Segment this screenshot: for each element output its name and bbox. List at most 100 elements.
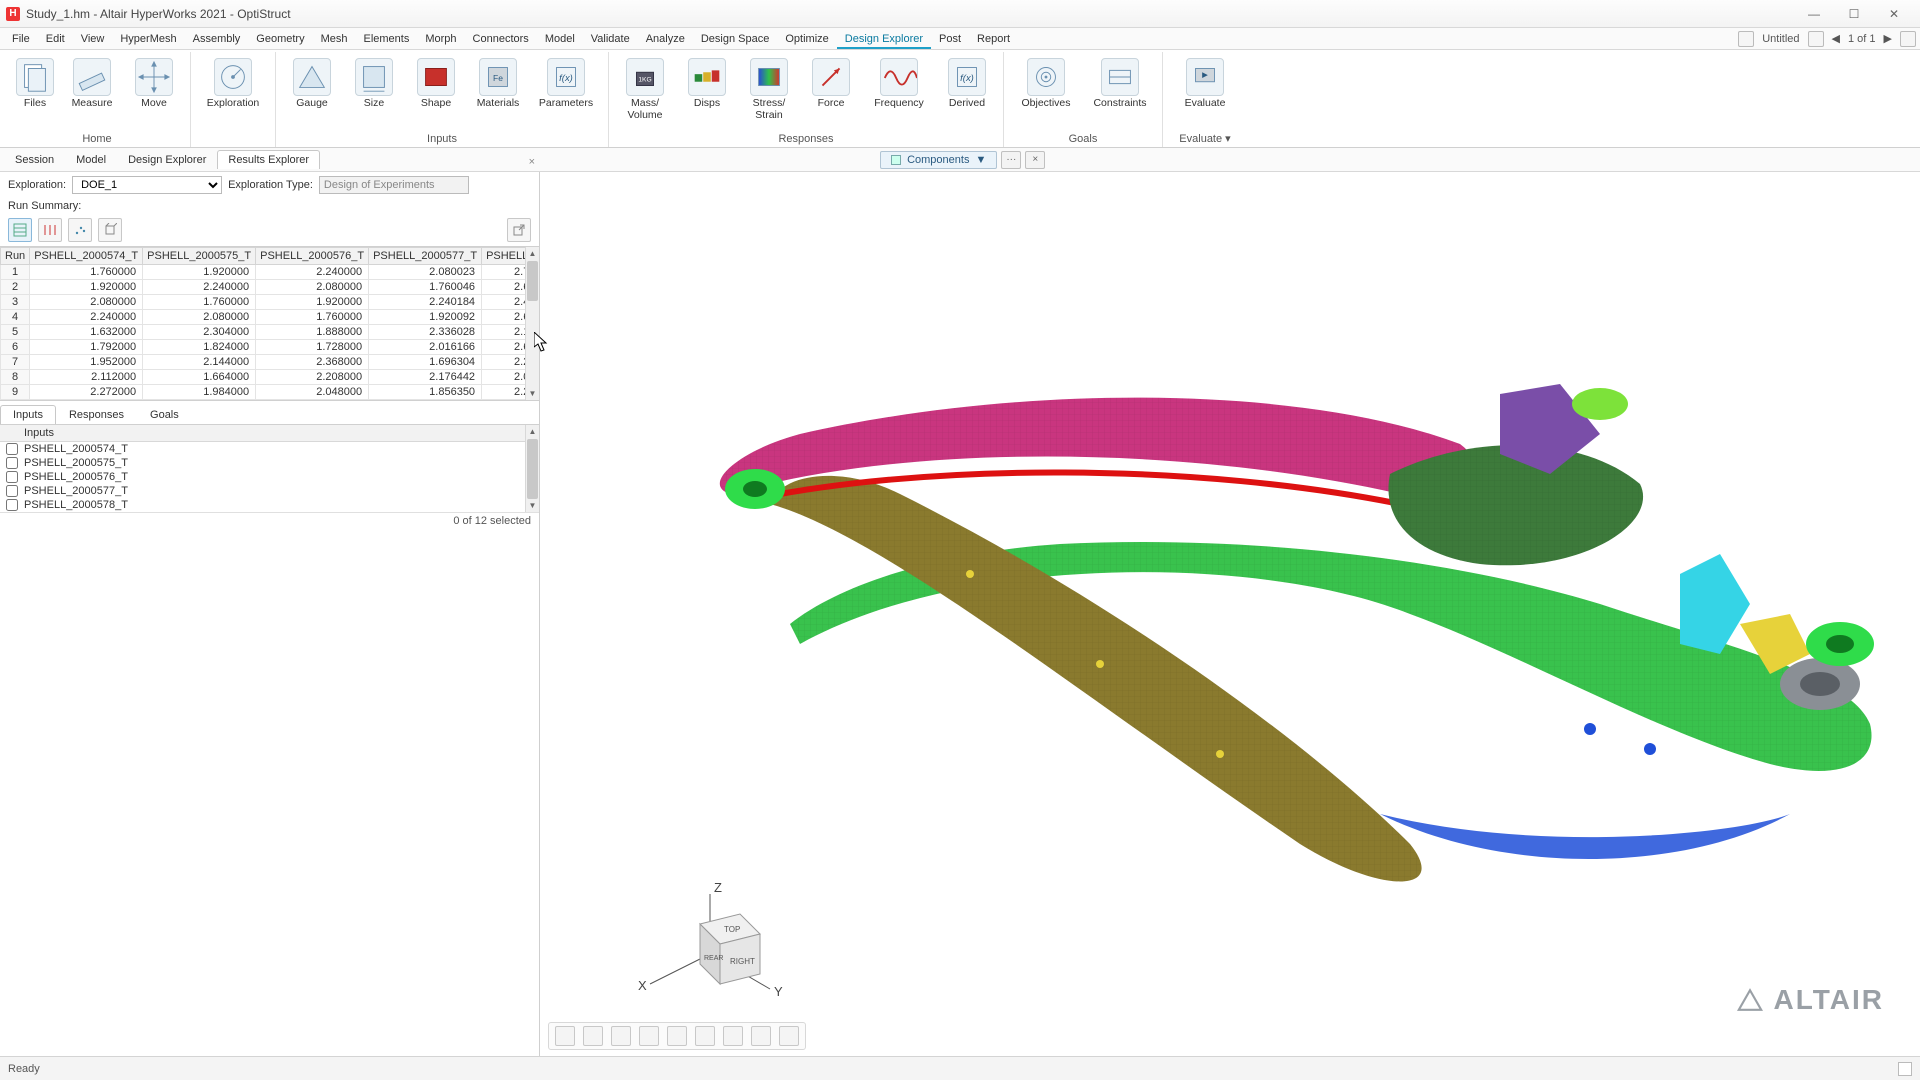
menu-item-report[interactable]: Report [969,31,1018,47]
view-tool-button[interactable] [639,1026,659,1046]
column-header[interactable]: PSHELL_2000575_T [143,248,256,265]
model-viewport[interactable]: Z X Y TOP REAR RIGHT ALTAIR [540,172,1920,1056]
inputs-list-item[interactable]: PSHELL_2000578_T [0,498,539,512]
menu-item-mesh[interactable]: Mesh [313,31,356,47]
axis-triad[interactable]: Z X Y TOP REAR RIGHT [638,880,783,999]
massvolume-button[interactable]: 1KGMass/ Volume [615,54,675,121]
view-table-icon[interactable] [8,218,32,242]
table-row[interactable]: 42.2400002.0800001.7600001.9200922.66530… [1,310,540,325]
table-scrollbar[interactable]: ▲ ▼ [525,247,539,400]
table-row[interactable]: 82.1120001.6640002.2080002.1764422.04145… [1,370,540,385]
menu-item-design-space[interactable]: Design Space [693,31,778,47]
move-button[interactable]: Move [124,54,184,110]
inputs-checkbox[interactable] [6,485,18,497]
menu-item-analyze[interactable]: Analyze [638,31,693,47]
menu-item-optimize[interactable]: Optimize [777,31,836,47]
derived-button[interactable]: f(x)Derived [937,54,997,121]
status-indicator-icon[interactable] [1898,1062,1912,1076]
evaluate-button[interactable]: Evaluate [1169,54,1241,110]
save-icon[interactable] [1808,31,1824,47]
view-tool-button[interactable] [555,1026,575,1046]
close-button[interactable]: ✕ [1874,3,1914,25]
column-header[interactable]: PSHELL_2000577_T [369,248,482,265]
search-icon[interactable] [1738,31,1754,47]
table-row[interactable]: 32.0800001.7600001.9200002.2401842.45060… [1,295,540,310]
menu-item-validate[interactable]: Validate [583,31,638,47]
lower-tab-inputs[interactable]: Inputs [0,405,56,424]
lower-tab-responses[interactable]: Responses [56,405,137,424]
menu-item-model[interactable]: Model [537,31,583,47]
menu-item-post[interactable]: Post [931,31,969,47]
menu-item-connectors[interactable]: Connectors [465,31,537,47]
inputs-list-item[interactable]: PSHELL_2000577_T [0,484,539,498]
table-row[interactable]: 92.2720001.9840002.0480001.8563502.25614… [1,385,540,400]
view-parallel-icon[interactable] [38,218,62,242]
objectives-button[interactable]: Objectives [1010,54,1082,110]
view-scatter-icon[interactable] [68,218,92,242]
inputs-checkbox[interactable] [6,457,18,469]
inputs-scrollbar[interactable]: ▲▼ [525,425,539,512]
secondary-tab-session[interactable]: Session [4,150,65,169]
table-row[interactable]: 71.9520002.1440002.3680001.6963042.24183… [1,355,540,370]
components-clear-button[interactable]: × [1025,151,1045,169]
scroll-up-icon[interactable]: ▲ [526,247,539,260]
view-tool-button[interactable] [751,1026,771,1046]
inputs-list-item[interactable]: PSHELL_2000575_T [0,456,539,470]
add-page-icon[interactable] [1900,31,1916,47]
maximize-button[interactable]: ☐ [1834,3,1874,25]
components-dropdown[interactable]: Components ▼ [880,151,997,169]
inputs-checkbox[interactable] [6,471,18,483]
menu-item-assembly[interactable]: Assembly [185,31,249,47]
view-tool-button[interactable] [583,1026,603,1046]
popout-icon[interactable] [507,218,531,242]
menu-item-hypermesh[interactable]: HyperMesh [112,31,184,47]
view-3d-icon[interactable] [98,218,122,242]
materials-button[interactable]: FeMaterials [468,54,528,110]
inputs-list-item[interactable]: PSHELL_2000576_T [0,470,539,484]
view-tool-button[interactable] [667,1026,687,1046]
components-more-button[interactable]: ··· [1001,151,1021,169]
inputs-checkbox[interactable] [6,443,18,455]
measure-button[interactable]: Measure [62,54,122,110]
ribbon-group-label-evaluate[interactable]: Evaluate ▾ [1179,130,1230,147]
view-tool-button[interactable] [611,1026,631,1046]
minimize-button[interactable]: — [1794,3,1834,25]
frequency-button[interactable]: Frequency [863,54,935,121]
force-button[interactable]: Force [801,54,861,121]
shape-button[interactable]: Shape [406,54,466,110]
view-tool-button[interactable] [695,1026,715,1046]
menu-item-geometry[interactable]: Geometry [248,31,312,47]
scroll-down-icon[interactable]: ▼ [526,387,539,400]
secondary-tab-design-explorer[interactable]: Design Explorer [117,150,217,169]
files-button[interactable]: Files [10,54,60,110]
scroll-thumb[interactable] [527,261,538,301]
column-header[interactable]: PSHELL_2000576_T [256,248,369,265]
menu-item-file[interactable]: File [4,31,38,47]
column-header[interactable]: PSHELL_2000574_T [30,248,143,265]
gauge-button[interactable]: Gauge [282,54,342,110]
secondary-tab-model[interactable]: Model [65,150,117,169]
table-row[interactable]: 21.9200002.2400002.0800001.7600462.65098… [1,280,540,295]
menu-item-elements[interactable]: Elements [356,31,418,47]
lower-tab-goals[interactable]: Goals [137,405,192,424]
view-tool-button[interactable] [779,1026,799,1046]
menu-item-design-explorer[interactable]: Design Explorer [837,31,931,49]
table-row[interactable]: 51.6320002.3040001.8880002.3360282.16925… [1,325,540,340]
table-row[interactable]: 11.7600001.9200002.2400002.0800232.76549… [1,265,540,280]
menu-item-view[interactable]: View [73,31,113,47]
inputs-list-item[interactable]: PSHELL_2000574_T [0,442,539,456]
inputs-checkbox[interactable] [6,499,18,511]
size-button[interactable]: Size [344,54,404,110]
menu-item-edit[interactable]: Edit [38,31,73,47]
disps-button[interactable]: Disps [677,54,737,121]
exploration-button[interactable]: Exploration [197,54,269,110]
secondary-tab-results-explorer[interactable]: Results Explorer [217,150,320,169]
constraints-button[interactable]: Constraints [1084,54,1156,110]
exploration-select[interactable]: DOE_1 [72,176,222,194]
column-header[interactable]: Run [1,248,30,265]
table-row[interactable]: 61.7920001.8240001.7280002.0161662.68554… [1,340,540,355]
parameters-button[interactable]: f(x)Parameters [530,54,602,110]
panel-close-icon[interactable]: × [529,156,535,168]
menu-item-morph[interactable]: Morph [417,31,464,47]
view-tool-button[interactable] [723,1026,743,1046]
